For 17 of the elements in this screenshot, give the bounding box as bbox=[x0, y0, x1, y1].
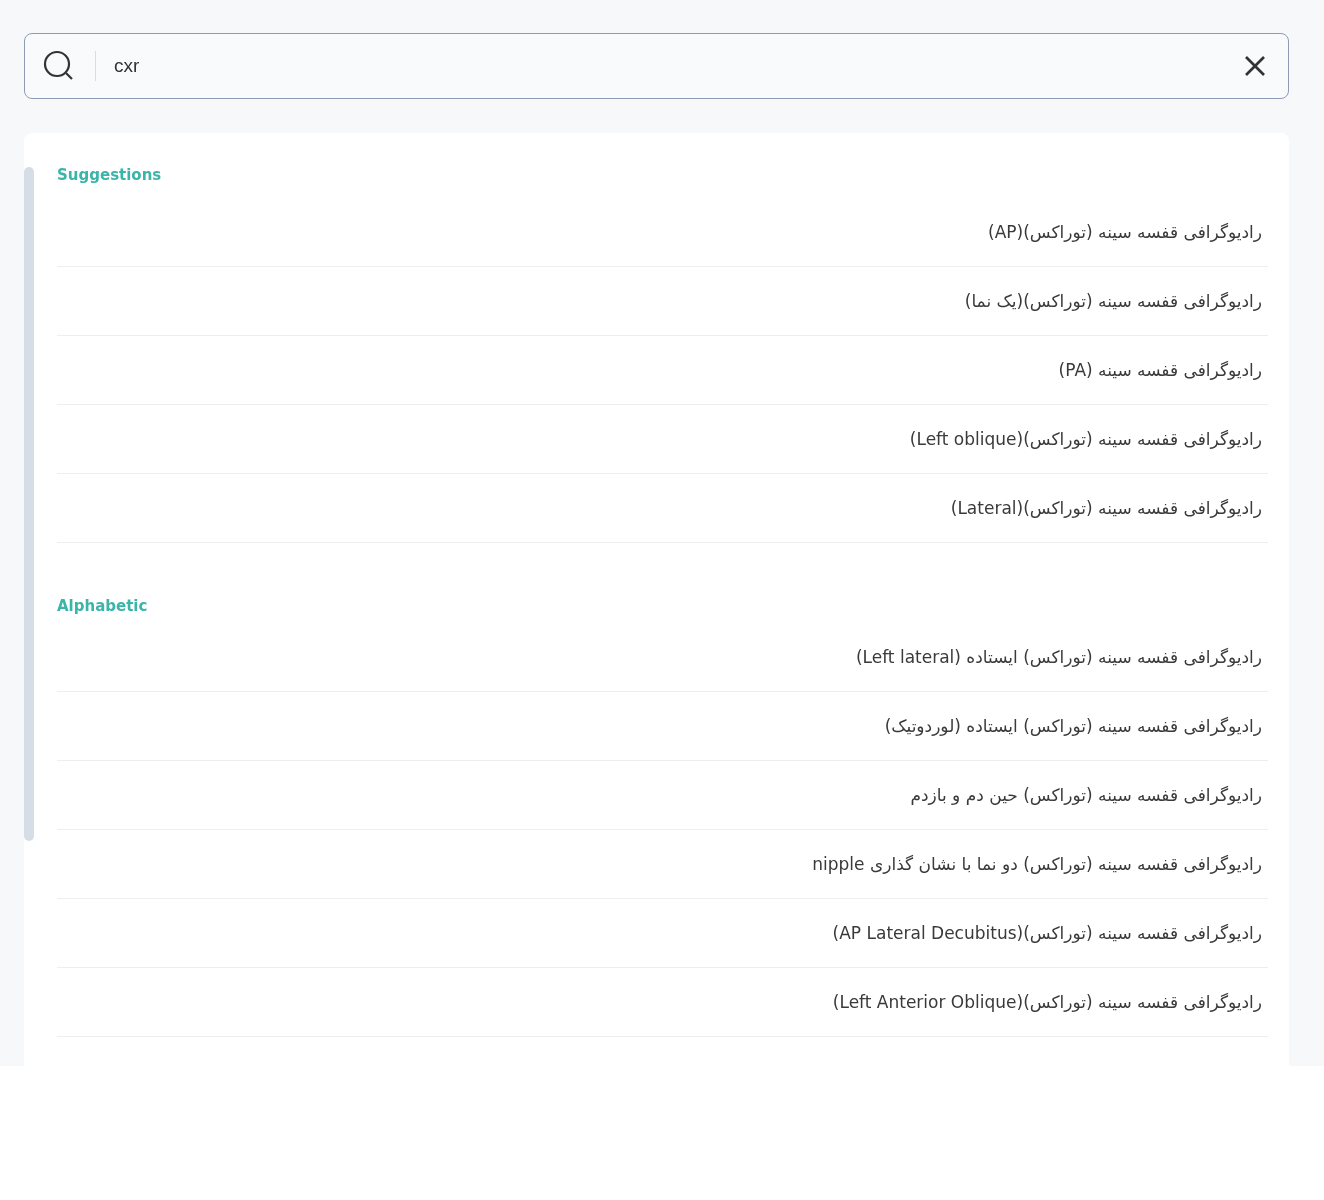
result-item[interactable]: رادیوگرافی قفسه سینه (توراکس)(Lateral) bbox=[57, 474, 1268, 543]
search-bar[interactable]: cxr bbox=[24, 33, 1289, 99]
scrollbar[interactable] bbox=[24, 167, 34, 841]
search-icon bbox=[43, 50, 75, 82]
result-item[interactable]: رادیوگرافی قفسه سینه (توراکس)(AP) bbox=[57, 198, 1268, 267]
result-item[interactable]: رادیوگرافی قفسه سینه (توراکس) دو نما با نشان گذاری nipple bbox=[57, 830, 1268, 899]
result-item[interactable]: رادیوگرافی قفسه سینه (توراکس)(یک نما) bbox=[57, 267, 1268, 336]
search-field[interactable]: cxr bbox=[112, 54, 1240, 78]
result-item[interactable]: رادیوگرافی قفسه سینه (توراکس)(AP Lateral Decubitus) bbox=[57, 899, 1268, 968]
result-item[interactable]: رادیوگرافی قفسه سینه (PA) bbox=[57, 336, 1268, 405]
result-item[interactable]: رادیوگرافی قفسه سینه (توراکس)(Left Anterior Oblique) bbox=[57, 968, 1268, 1037]
section-heading: Alphabetic bbox=[57, 597, 148, 615]
result-item[interactable]: رادیوگرافی قفسه سینه (توراکس) ایستاده (لوردوتیک) bbox=[57, 692, 1268, 761]
result-item[interactable]: رادیوگرافی قفسه سینه (توراکس) ایستاده (Left lateral) bbox=[57, 623, 1268, 692]
result-item[interactable]: رادیوگرافی قفسه سینه (توراکس) حین دم و بازدم bbox=[57, 761, 1268, 830]
result-item[interactable]: رادیوگرافی قفسه سینه (توراکس)(Left oblique) bbox=[57, 405, 1268, 474]
section-heading: Suggestions bbox=[57, 166, 162, 184]
